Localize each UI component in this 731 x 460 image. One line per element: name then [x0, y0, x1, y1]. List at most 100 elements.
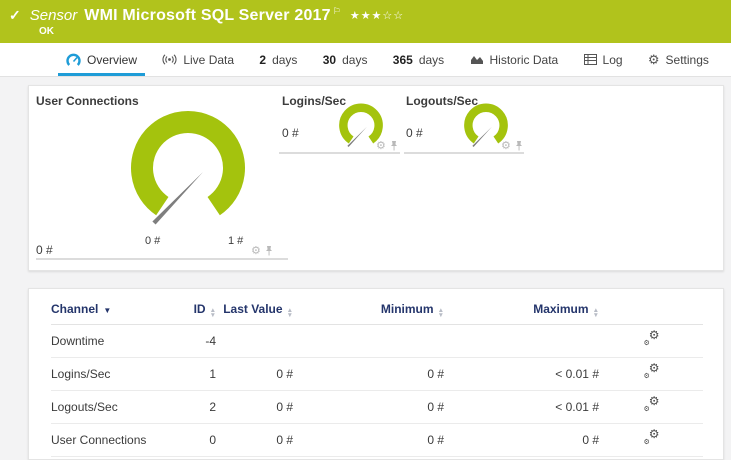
pin-icon[interactable] — [390, 140, 398, 151]
sort-icon: ▲ ▼ — [592, 307, 599, 319]
tab-overview[interactable]: Overview — [58, 43, 145, 76]
column-header-maximum[interactable]: Maximum ▲ ▼ — [444, 289, 599, 325]
cell-id: 2 — [171, 390, 216, 424]
cell-last-value: 0 # — [216, 423, 293, 457]
widget-gear-icon[interactable]: ⚙ — [501, 141, 511, 152]
tab-historic-data[interactable]: Historic Data — [462, 43, 567, 76]
tab-2-days[interactable]: 2 days — [251, 43, 305, 76]
gauge-widget-actions: ⚙ — [501, 140, 523, 152]
tab-label: Settings — [665, 52, 709, 67]
cell-minimum: 0 # — [293, 423, 444, 457]
flag-icon[interactable]: ⚐ — [333, 6, 341, 17]
cell-maximum — [444, 324, 599, 358]
user-connections-gauge — [131, 110, 245, 225]
status-badge: OK — [39, 26, 54, 37]
channels-panel: Channel ▼ ID ▲ ▼ Last Value ▲ ▼ Minimum ▲ ▼ Max… — [28, 288, 724, 460]
sensor-title: WMI Microsoft SQL Server 2017 — [84, 7, 331, 24]
sort-icon: ▲ ▼ — [286, 307, 293, 319]
cell-id: 1 — [171, 357, 216, 391]
divider — [279, 152, 400, 154]
tab-label: days — [418, 52, 445, 67]
stars-empty[interactable]: ☆☆ — [382, 10, 404, 22]
status-check-icon: ✓ — [9, 7, 21, 23]
column-label: ID — [193, 302, 206, 316]
pin-icon[interactable] — [515, 140, 523, 151]
cell-channel: User Connections — [51, 423, 171, 457]
cell-minimum: 0 # — [293, 357, 444, 391]
gauge-scale-max: 1 # — [228, 235, 244, 247]
cell-channel: Downtime — [51, 324, 171, 358]
table-row-user-connections: User Connections 0 0 # 0 # 0 # ⚙ ⚙ — [51, 423, 703, 457]
gauges-panel: User Connections 0 # 1 # 0 # ⚙ Logins/Se… — [28, 85, 724, 271]
widget-gear-icon[interactable]: ⚙ — [376, 141, 386, 152]
tab-label: days — [272, 52, 298, 67]
channel-settings-icon[interactable]: ⚙ ⚙ — [643, 362, 660, 380]
sort-active-icon: ▼ — [103, 306, 112, 315]
cell-last-value: 0 # — [216, 357, 293, 391]
channel-settings-icon[interactable]: ⚙ ⚙ — [643, 428, 660, 446]
divider — [404, 152, 524, 154]
area-chart-icon — [470, 56, 483, 64]
gauge-value-logins-sec: 0 # — [282, 126, 299, 140]
gear-icon: ⚙ — [647, 51, 660, 67]
channels-table: Channel ▼ ID ▲ ▼ Last Value ▲ ▼ Minimum ▲ ▼ Max… — [51, 289, 703, 457]
channel-settings-icon[interactable]: ⚙ ⚙ — [643, 329, 660, 347]
channel-settings-icon[interactable]: ⚙ ⚙ — [643, 395, 660, 413]
tab-label: Log — [602, 52, 623, 67]
column-header-id[interactable]: ID ▲ ▼ — [171, 289, 216, 325]
tab-label: Live Data — [183, 52, 235, 67]
column-header-actions — [599, 289, 703, 325]
cell-maximum: 0 # — [444, 423, 599, 457]
column-header-last-value[interactable]: Last Value ▲ ▼ — [216, 289, 293, 325]
tab-number: 30 — [322, 52, 337, 67]
cell-minimum — [293, 324, 444, 358]
column-label: Channel — [51, 302, 99, 316]
tab-label: days — [342, 52, 368, 67]
table-header-row: Channel ▼ ID ▲ ▼ Last Value ▲ ▼ Minimum ▲ ▼ Max… — [51, 289, 703, 325]
column-header-minimum[interactable]: Minimum ▲ ▼ — [293, 289, 444, 325]
gauge-widget-actions: ⚙ — [251, 245, 273, 257]
tab-label: Historic Data — [489, 52, 559, 67]
gauge-title-logins-sec: Logins/Sec — [282, 94, 347, 108]
log-list-icon — [583, 54, 597, 65]
sensor-kind-label: Sensor — [29, 7, 78, 24]
gauge-scale-min: 0 # — [145, 235, 161, 247]
tab-label: Overview — [87, 52, 138, 67]
column-label: Maximum — [533, 302, 589, 316]
column-label: Minimum — [380, 302, 434, 316]
table-row-logouts-sec: Logouts/Sec 2 0 # 0 # < 0.01 # ⚙ ⚙ — [51, 390, 703, 424]
stars-filled[interactable]: ★★★ — [350, 10, 383, 22]
gauge-title-user-connections: User Connections — [36, 94, 139, 108]
tab-live-data[interactable]: Live Data — [154, 43, 242, 76]
widget-gear-icon[interactable]: ⚙ — [251, 246, 261, 257]
gauge-widget-actions: ⚙ — [376, 140, 398, 152]
sort-icon: ▲ ▼ — [209, 307, 216, 319]
sensor-header: ✓ Sensor WMI Microsoft SQL Server 2017 ⚐… — [0, 0, 731, 43]
tab-log[interactable]: Log — [576, 43, 631, 76]
tab-settings[interactable]: ⚙ Settings — [640, 43, 717, 76]
live-signal-icon — [162, 54, 177, 65]
sort-icon: ▲ ▼ — [437, 307, 444, 319]
cell-last-value: 0 # — [216, 390, 293, 424]
gauge-icon — [66, 53, 81, 66]
divider — [36, 258, 288, 260]
cell-channel: Logouts/Sec — [51, 390, 171, 424]
cell-id: -4 — [171, 324, 216, 358]
cell-minimum: 0 # — [293, 390, 444, 424]
tab-30-days[interactable]: 30 days — [315, 43, 376, 76]
cell-last-value — [216, 324, 293, 358]
cell-id: 0 — [171, 423, 216, 457]
tab-number: 2 — [259, 52, 267, 67]
table-row-logins-sec: Logins/Sec 1 0 # 0 # < 0.01 # ⚙ ⚙ — [51, 357, 703, 391]
cell-maximum: < 0.01 # — [444, 357, 599, 391]
cell-channel: Logins/Sec — [51, 357, 171, 391]
gauge-value-logouts-sec: 0 # — [406, 126, 423, 140]
priority-stars[interactable]: ★★★☆☆ — [350, 9, 404, 22]
column-header-channel[interactable]: Channel ▼ — [51, 289, 171, 325]
tab-bar: Overview Live Data 2 days 30 days 365 da… — [0, 43, 731, 77]
sensor-header-row: ✓ Sensor WMI Microsoft SQL Server 2017 ⚐… — [0, 0, 731, 25]
tab-365-days[interactable]: 365 days — [385, 43, 452, 76]
table-row-downtime: Downtime -4 ⚙ ⚙ — [51, 324, 703, 358]
pin-icon[interactable] — [265, 245, 273, 256]
column-label: Last Value — [223, 302, 283, 316]
